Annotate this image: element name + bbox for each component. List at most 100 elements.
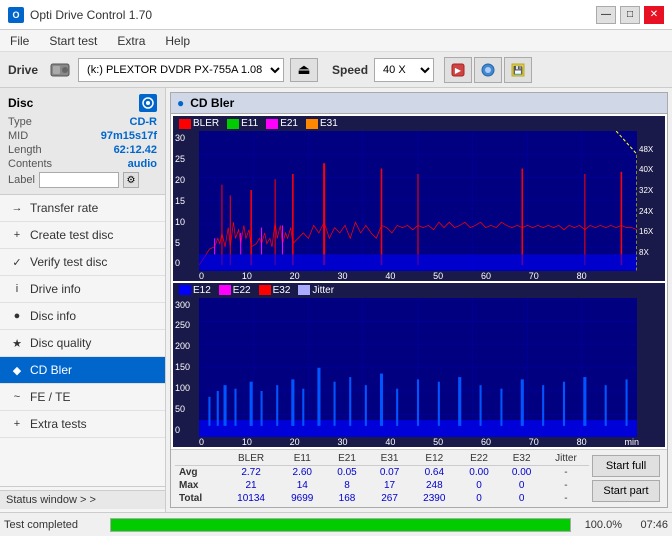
app-icon: O [8, 7, 24, 23]
toolbar-icon-2[interactable] [474, 57, 502, 83]
menu-help[interactable]: Help [161, 32, 194, 50]
sidebar-label-verify-test-disc: Verify test disc [30, 255, 107, 269]
y2-0: 0 [175, 425, 197, 435]
y2-300: 300 [175, 300, 197, 310]
speed-label: Speed [332, 63, 368, 77]
y2-200: 200 [175, 341, 197, 351]
e31-label: E31 [320, 118, 338, 129]
start-part-button[interactable]: Start part [592, 480, 660, 502]
legend-e32: E32 [259, 285, 291, 296]
x-label-30: 30 [337, 271, 347, 281]
progress-bar-fill [111, 519, 570, 531]
e21-label: E21 [280, 118, 298, 129]
table-row-total: Total 10134 9699 168 267 2390 0 0 - [175, 492, 589, 505]
disc-type-label: Type [8, 116, 32, 128]
disc-type-value: CD-R [130, 116, 158, 128]
max-e11: 14 [279, 479, 326, 492]
chart1-yaxis: 30 25 20 15 10 5 0 [173, 131, 199, 271]
extra-tests-icon: + [10, 417, 24, 431]
eject-button[interactable]: ⏏ [290, 58, 318, 82]
close-button[interactable]: ✕ [644, 6, 664, 24]
col-jitter: Jitter [543, 452, 589, 466]
sidebar-item-verify-test-disc[interactable]: ✓ Verify test disc [0, 249, 165, 276]
col-e12: E12 [411, 452, 458, 466]
status-window-area: Status window > > [0, 486, 165, 512]
cdbler-panel: ● CD Bler BLER E11 [170, 92, 668, 508]
toolbar-icon-3[interactable]: 💾 [504, 57, 532, 83]
y-label-30: 30 [175, 133, 197, 143]
right-label-8x: 8X [639, 248, 649, 257]
status-window-button[interactable]: Status window > > [0, 490, 165, 509]
sidebar-item-transfer-rate[interactable]: → Transfer rate [0, 195, 165, 222]
y-label-10: 10 [175, 217, 197, 227]
sidebar-label-disc-quality: Disc quality [30, 336, 91, 350]
total-e22: 0 [458, 492, 501, 505]
x2-60: 60 [481, 437, 491, 447]
avg-jitter: - [543, 466, 589, 480]
transfer-rate-icon: → [10, 201, 24, 215]
fe-te-icon: ~ [10, 390, 24, 404]
toolbar-icon-1[interactable]: ▶ [444, 57, 472, 83]
total-e11: 9699 [279, 492, 326, 505]
sidebar-item-fe-te[interactable]: ~ FE / TE [0, 384, 165, 411]
svg-text:▶: ▶ [455, 66, 462, 75]
speed-select[interactable]: 40 X [374, 58, 434, 82]
drive-select[interactable]: (k:) PLEXTOR DVDR PX-755A 1.08 [78, 58, 284, 82]
sidebar-item-disc-quality[interactable]: ★ Disc quality [0, 330, 165, 357]
chart1-main [199, 131, 637, 271]
x2-70: 70 [529, 437, 539, 447]
jitter-color [298, 285, 310, 295]
menu-start-test[interactable]: Start test [45, 32, 101, 50]
max-jitter: - [543, 479, 589, 492]
sidebar-item-drive-info[interactable]: i Drive info [0, 276, 165, 303]
e32-label: E32 [273, 285, 291, 296]
minimize-button[interactable]: — [596, 6, 616, 24]
sidebar-item-extra-tests[interactable]: + Extra tests [0, 411, 165, 438]
disc-label-input[interactable] [39, 172, 119, 188]
sidebar-label-drive-info: Drive info [30, 282, 81, 296]
avg-e12: 0.64 [411, 466, 458, 480]
status-text: Test completed [4, 519, 104, 531]
sidebar-item-create-test-disc[interactable]: + Create test disc [0, 222, 165, 249]
chart1-svg-area: 30 25 20 15 10 5 0 [173, 131, 665, 271]
results-table: BLER E11 E21 E31 E12 E22 E32 Jitter [175, 452, 589, 505]
col-e21: E21 [326, 452, 369, 466]
sidebar-label-create-test-disc: Create test disc [30, 228, 113, 242]
max-e21: 8 [326, 479, 369, 492]
y-label-25: 25 [175, 154, 197, 164]
start-full-button[interactable]: Start full [592, 455, 660, 477]
status-window-label: Status window > > [6, 494, 96, 506]
disc-section-title: Disc [8, 96, 33, 110]
e12-label: E12 [193, 285, 211, 296]
chart1-right-axis: 48X 40X 32X 24X 16X 8X [637, 131, 665, 271]
disc-label-icon[interactable]: ⚙ [123, 172, 139, 188]
disc-length-label: Length [8, 144, 42, 156]
drive-info-icon: i [10, 282, 24, 296]
menu-extra[interactable]: Extra [113, 32, 149, 50]
disc-quality-icon: ★ [10, 336, 24, 350]
x-label-20: 20 [290, 271, 300, 281]
right-label-16x: 16X [639, 227, 653, 236]
sidebar-item-cd-bler[interactable]: ◆ CD Bler [0, 357, 165, 384]
avg-e21: 0.05 [326, 466, 369, 480]
x-label-40: 40 [385, 271, 395, 281]
x-label-0: 0 [199, 271, 204, 281]
create-test-disc-icon: + [10, 228, 24, 242]
sidebar-label-disc-info: Disc info [30, 309, 76, 323]
col-e22: E22 [458, 452, 501, 466]
maximize-button[interactable]: □ [620, 6, 640, 24]
e21-color [266, 119, 278, 129]
disc-header-icon[interactable] [139, 94, 157, 112]
legend-e31: E31 [306, 118, 338, 129]
legend-e22: E22 [219, 285, 251, 296]
disc-info-icon: ● [10, 309, 24, 323]
disc-mid-value: 97m15s17f [101, 130, 157, 142]
y-label-20: 20 [175, 175, 197, 185]
legend-bler: BLER [179, 118, 219, 129]
y2-50: 50 [175, 404, 197, 414]
menu-file[interactable]: File [6, 32, 33, 50]
sidebar-item-disc-info[interactable]: ● Disc info [0, 303, 165, 330]
menubar: File Start test Extra Help [0, 30, 672, 52]
action-buttons: Start full Start part [589, 452, 663, 505]
total-e31: 267 [368, 492, 411, 505]
